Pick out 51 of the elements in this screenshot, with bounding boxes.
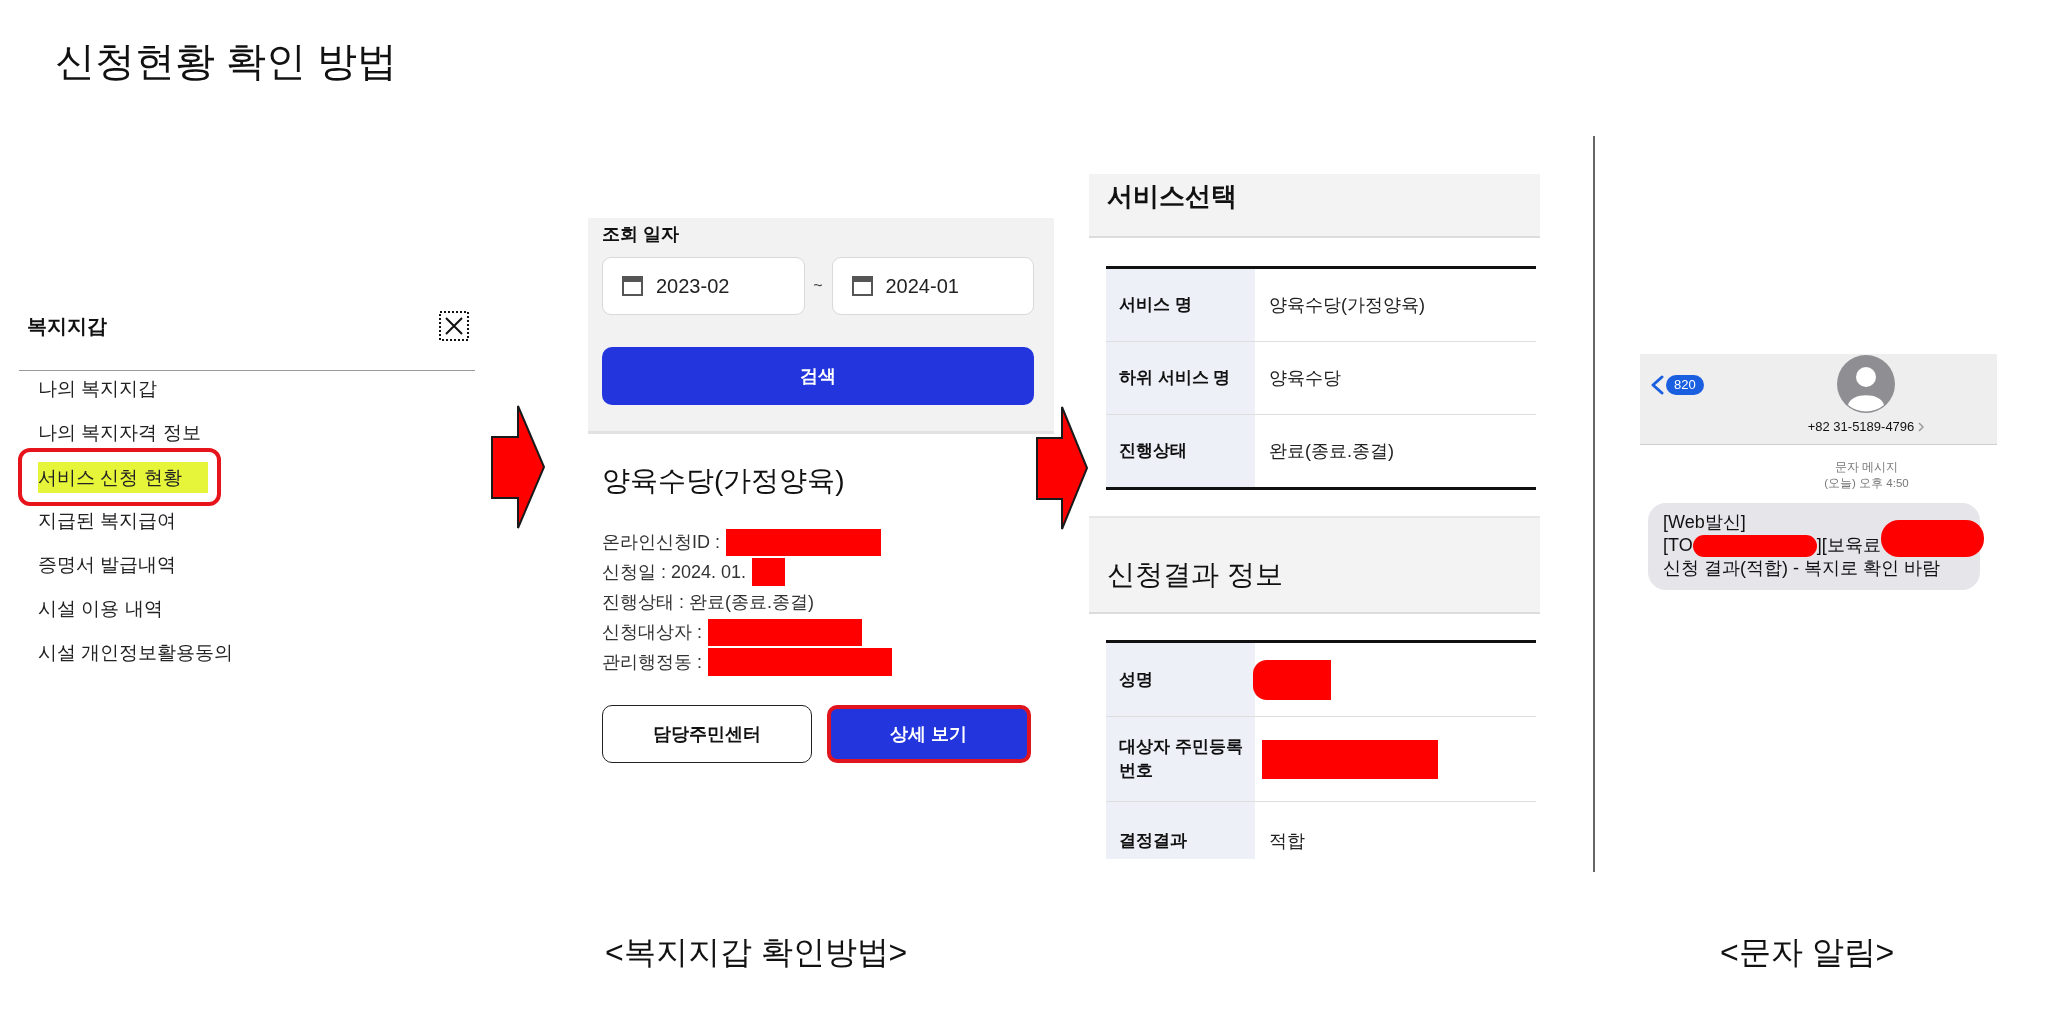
message-time: (오늘) 오후 4:50: [1823, 476, 1910, 491]
value-text: 완료(종료.종결): [1269, 440, 1394, 463]
redaction-mark: [752, 558, 786, 586]
label-cell: 성명: [1106, 643, 1255, 716]
unread-badge: 820: [1666, 375, 1704, 395]
figure-caption: <문자 알림>: [1720, 933, 1896, 972]
section-header: 신청결과 정보: [1089, 516, 1540, 614]
menu-item[interactable]: 지급된 복지급여: [18, 506, 181, 536]
message-type: 문자 메시지: [1833, 460, 1900, 475]
info-text: 온라인신청ID :: [602, 531, 720, 554]
message-text: [TO: [1663, 534, 1693, 557]
range-separator: ~: [812, 277, 824, 295]
label-cell: 진행상태: [1106, 415, 1255, 487]
page-title: 신청현황 확인 방법: [54, 38, 399, 85]
info-text: 신청일 : 2024. 01.: [602, 561, 747, 584]
result-title: 양육수당(가정양육): [601, 464, 846, 498]
label-cell: 대상자 주민등록 번호: [1106, 717, 1255, 801]
menu-item[interactable]: 증명서 발급내역: [18, 550, 181, 580]
menu-item[interactable]: 시설 개인정보활용동의: [18, 638, 238, 668]
result-button[interactable]: 담당주민센터: [602, 705, 812, 763]
calendar-icon: [622, 276, 643, 296]
menu-item[interactable]: 서비스 신청 현황: [18, 448, 221, 506]
calendar-icon: [851, 276, 873, 296]
label-cell: 결정결과: [1106, 802, 1255, 859]
menu-item[interactable]: 시설 이용 내역: [18, 594, 167, 624]
value-text: 양육수당: [1269, 367, 1341, 390]
label-cell: 하위 서비스 명: [1106, 342, 1255, 414]
message-text: [Web발신]: [1663, 511, 1746, 534]
back-icon[interactable]: [1650, 375, 1664, 395]
search-button[interactable]: 검색: [602, 347, 1034, 405]
value-text: 양육수당(가정양육): [1269, 294, 1425, 317]
close-icon[interactable]: [439, 311, 469, 341]
info-text: 신청대상자 :: [602, 621, 702, 644]
date-field[interactable]: 2023-02: [602, 257, 805, 315]
message-text: 신청 결과(적합) - 복지로 확인 바람: [1663, 557, 1940, 580]
info-text: 진행상태 : 완료(종료.종결): [602, 591, 814, 614]
avatar-icon: [1837, 355, 1895, 413]
section-header: 서비스선택: [1089, 174, 1540, 238]
info-text: 관리행정동 :: [602, 651, 702, 674]
figure-caption: <복지지갑 확인방법>: [605, 933, 909, 972]
result-button[interactable]: 상세 보기: [827, 705, 1031, 763]
message-text: ][보육료: [1816, 534, 1881, 557]
menu-title: 복지지갑: [27, 314, 107, 339]
menu-item[interactable]: 나의 복지지갑: [18, 374, 162, 404]
value-text: 적합: [1269, 830, 1305, 853]
field-label: 조회 일자: [602, 223, 680, 246]
sender-number: +82 31-5189-4796: [1807, 419, 1915, 435]
date-field[interactable]: 2024-01: [831, 257, 1034, 315]
chevron-right-icon: [1918, 422, 1925, 432]
menu-item[interactable]: 나의 복지자격 정보: [18, 418, 205, 448]
label-cell: 서비스 명: [1106, 269, 1255, 341]
